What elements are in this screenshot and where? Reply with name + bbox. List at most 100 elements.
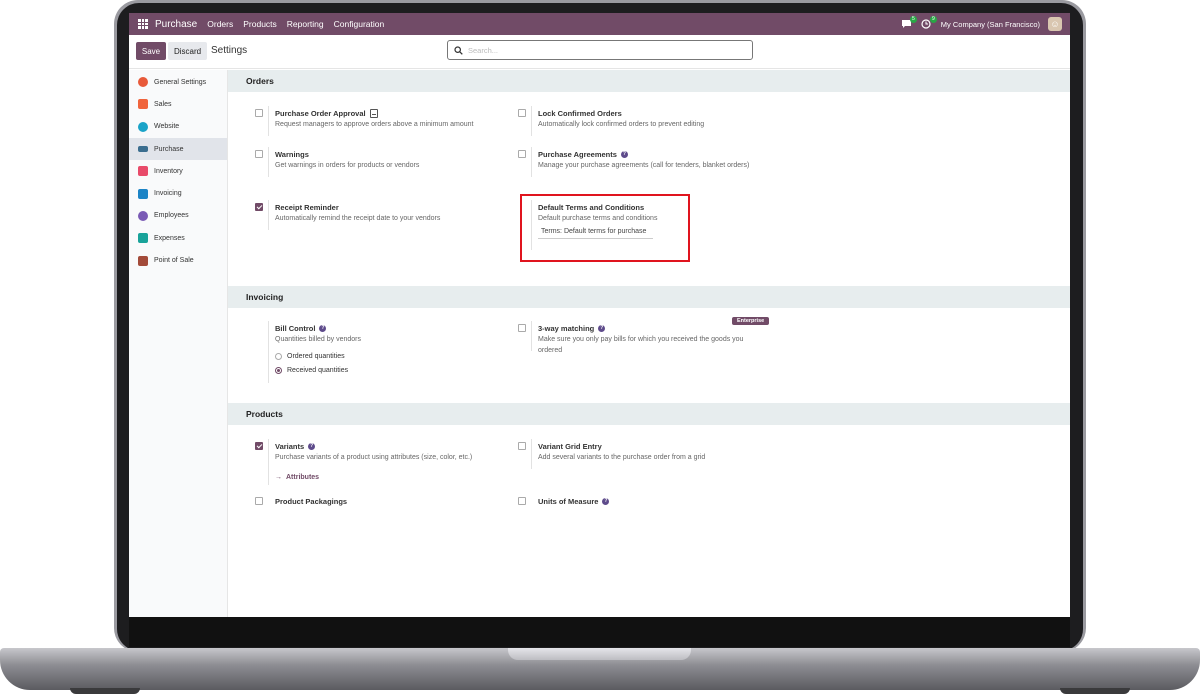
settings-sidebar: General Settings Sales Website Purchase … bbox=[129, 70, 228, 617]
setting-bill-control: Bill Control? Quantities billed by vendo… bbox=[268, 321, 515, 383]
attributes-link-label: Attributes bbox=[286, 474, 320, 481]
apps-grid-icon[interactable] bbox=[138, 19, 148, 29]
setting-product-packagings: Product Packagings bbox=[255, 496, 515, 507]
lock-orders-checkbox[interactable] bbox=[518, 109, 526, 117]
employees-icon bbox=[138, 210, 148, 221]
invoicing-icon bbox=[138, 188, 148, 199]
divider bbox=[531, 147, 532, 177]
help-icon[interactable]: ? bbox=[308, 443, 316, 450]
menu-reporting[interactable]: Reporting bbox=[287, 19, 324, 29]
sidebar-item-label: Invoicing bbox=[154, 190, 182, 198]
product-packagings-checkbox[interactable] bbox=[255, 497, 263, 505]
default-terms-title: Default Terms and Conditions bbox=[538, 203, 645, 212]
warnings-desc: Get warnings in orders for products or v… bbox=[275, 162, 420, 169]
radio-label: Ordered quantities bbox=[287, 352, 345, 360]
sidebar-item-label: Point of Sale bbox=[154, 257, 194, 265]
divider bbox=[531, 439, 532, 469]
purchase-agreements-desc: Manage your purchase agreements (call fo… bbox=[538, 162, 750, 169]
radio-received-quantities[interactable]: Received quantities bbox=[275, 363, 515, 377]
sidebar-item-purchase[interactable]: Purchase bbox=[129, 137, 227, 161]
laptop-chin bbox=[129, 617, 1070, 647]
divider bbox=[268, 147, 269, 177]
help-icon[interactable]: ? bbox=[620, 151, 628, 158]
po-approval-title: Purchase Order Approval bbox=[275, 109, 366, 118]
sidebar-item-sales[interactable]: Sales bbox=[129, 93, 227, 115]
variant-grid-entry-desc: Add several variants to the purchase ord… bbox=[538, 454, 706, 461]
variants-checkbox[interactable] bbox=[255, 442, 263, 450]
save-button[interactable]: Save bbox=[136, 42, 166, 60]
activity-clock-icon[interactable]: 9 bbox=[921, 16, 937, 29]
warnings-checkbox[interactable] bbox=[255, 150, 263, 158]
search-input[interactable] bbox=[468, 45, 738, 55]
purchase-agreements-title: Purchase Agreements bbox=[538, 150, 617, 159]
laptop-foot-left bbox=[70, 688, 140, 694]
units-of-measure-checkbox[interactable] bbox=[518, 497, 526, 505]
section-invoicing-header: Invoicing bbox=[228, 286, 1070, 308]
sidebar-item-expenses[interactable]: Expenses bbox=[129, 227, 227, 249]
receipt-reminder-desc: Automatically remind the receipt date to… bbox=[275, 215, 441, 222]
sidebar-item-inventory[interactable]: Inventory bbox=[129, 160, 227, 182]
sidebar-item-employees[interactable]: Employees bbox=[129, 205, 227, 227]
sidebar-item-website[interactable]: Website bbox=[129, 116, 227, 138]
section-products-header: Products bbox=[228, 403, 1070, 425]
chat-count-badge: 5 bbox=[910, 16, 917, 23]
divider bbox=[268, 439, 269, 485]
point-of-sale-icon bbox=[138, 255, 148, 266]
search-box[interactable] bbox=[447, 40, 753, 60]
attributes-link[interactable]: → Attributes bbox=[275, 474, 515, 481]
inventory-icon bbox=[138, 166, 148, 177]
receipt-reminder-title: Receipt Reminder bbox=[275, 203, 339, 212]
menu-products[interactable]: Products bbox=[243, 19, 277, 29]
radio-button[interactable] bbox=[275, 366, 282, 374]
variants-title: Variants bbox=[275, 442, 305, 451]
default-terms-textarea[interactable]: Terms: Default terms for purchase bbox=[538, 226, 653, 239]
page-title: Settings bbox=[211, 45, 248, 56]
company-switcher[interactable]: My Company (San Francisco) bbox=[941, 20, 1040, 29]
help-icon[interactable]: ? bbox=[598, 325, 606, 332]
sidebar-item-label: Expenses bbox=[154, 234, 185, 242]
radio-button[interactable] bbox=[275, 352, 282, 360]
help-icon[interactable]: ? bbox=[602, 498, 610, 505]
arrow-right-icon: → bbox=[275, 474, 282, 481]
po-approval-desc: Request managers to approve orders above… bbox=[275, 121, 474, 128]
lock-orders-desc: Automatically lock confirmed orders to p… bbox=[538, 121, 705, 128]
sidebar-item-point-of-sale[interactable]: Point of Sale bbox=[129, 249, 227, 271]
setting-variants: Variants? Purchase variants of a product… bbox=[255, 439, 515, 485]
enterprise-badge: Enterprise bbox=[732, 317, 770, 325]
warnings-title: Warnings bbox=[275, 150, 309, 159]
receipt-reminder-checkbox[interactable] bbox=[255, 203, 263, 211]
user-avatar[interactable]: ☺ bbox=[1048, 17, 1062, 31]
radio-label: Received quantities bbox=[287, 366, 349, 374]
bill-control-desc: Quantities billed by vendors bbox=[275, 336, 361, 343]
chat-icon[interactable]: 5 bbox=[901, 16, 917, 29]
discard-button[interactable]: Discard bbox=[168, 42, 207, 60]
app-brand[interactable]: Purchase bbox=[155, 19, 197, 30]
variants-desc: Purchase variants of a product using att… bbox=[275, 454, 473, 461]
radio-ordered-quantities[interactable]: Ordered quantities bbox=[275, 349, 515, 363]
laptop-foot-right bbox=[1060, 688, 1130, 694]
bill-control-title: Bill Control bbox=[275, 324, 316, 333]
setting-purchase-agreements: Purchase Agreements? Manage your purchas… bbox=[518, 147, 763, 177]
divider bbox=[268, 200, 269, 230]
setting-units-of-measure: Units of Measure? bbox=[518, 496, 778, 507]
default-terms-desc: Default purchase terms and conditions bbox=[538, 215, 658, 222]
variant-grid-entry-checkbox[interactable] bbox=[518, 442, 526, 450]
menu-orders[interactable]: Orders bbox=[207, 19, 233, 29]
setting-variant-grid-entry: Variant Grid Entry Add several variants … bbox=[518, 439, 778, 469]
sidebar-item-invoicing[interactable]: Invoicing bbox=[129, 182, 227, 204]
sidebar-item-label: Employees bbox=[154, 212, 189, 220]
three-way-matching-checkbox[interactable] bbox=[518, 324, 526, 332]
setting-lock-orders: Lock Confirmed Orders Automatically lock… bbox=[518, 106, 778, 136]
app-screen: Purchase Orders Products Reporting Confi… bbox=[129, 13, 1070, 617]
divider bbox=[268, 321, 269, 383]
po-approval-checkbox[interactable] bbox=[255, 109, 263, 117]
product-packagings-title: Product Packagings bbox=[275, 497, 348, 506]
laptop-notch bbox=[508, 648, 691, 660]
expenses-icon bbox=[138, 233, 148, 244]
sidebar-item-label: Purchase bbox=[154, 145, 184, 153]
lock-orders-title: Lock Confirmed Orders bbox=[538, 109, 622, 118]
help-icon[interactable]: ? bbox=[319, 325, 327, 332]
sidebar-item-general-settings[interactable]: General Settings bbox=[129, 71, 227, 93]
purchase-agreements-checkbox[interactable] bbox=[518, 150, 526, 158]
menu-configuration[interactable]: Configuration bbox=[334, 19, 385, 29]
